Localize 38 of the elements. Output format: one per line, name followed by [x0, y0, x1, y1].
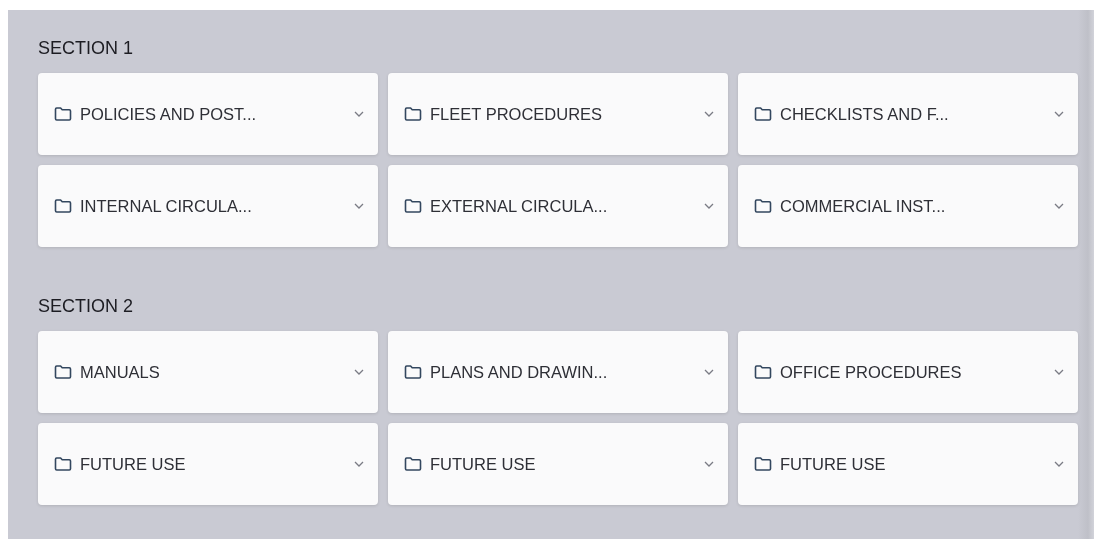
folder-dropdown[interactable]: INTERNAL CIRCULA... — [38, 165, 378, 247]
folder-icon — [404, 457, 422, 471]
folder-dropdown[interactable]: FUTURE USE — [38, 423, 378, 505]
folder-dropdown[interactable]: OFFICE PROCEDURES — [738, 331, 1078, 413]
folder-icon — [404, 365, 422, 379]
chevron-down-icon — [354, 111, 364, 117]
folder-dropdown[interactable]: POLICIES AND POST... — [38, 73, 378, 155]
folder-icon — [54, 457, 72, 471]
folder-dropdown[interactable]: FLEET PROCEDURES — [388, 73, 728, 155]
section-title: SECTION 1 — [38, 37, 135, 59]
chevron-down-icon — [704, 203, 714, 209]
folder-icon — [754, 457, 772, 471]
folder-icon — [754, 199, 772, 213]
chevron-down-icon — [354, 369, 364, 375]
chevron-down-icon — [704, 111, 714, 117]
folder-dropdown[interactable]: FUTURE USE — [388, 423, 728, 505]
folder-dropdown[interactable]: CHECKLISTS AND F... — [738, 73, 1078, 155]
folder-icon — [54, 365, 72, 379]
folder-icon — [754, 107, 772, 121]
folder-icon — [404, 107, 422, 121]
chevron-down-icon — [1054, 203, 1064, 209]
chevron-down-icon — [1054, 461, 1064, 467]
chevron-down-icon — [704, 369, 714, 375]
folder-dropdown[interactable]: COMMERCIAL INST... — [738, 165, 1078, 247]
chevron-down-icon — [1054, 369, 1064, 375]
folder-icon — [54, 107, 72, 121]
chevron-down-icon — [1054, 111, 1064, 117]
folder-icon — [54, 199, 72, 213]
folder-dropdown[interactable]: PLANS AND DRAWIN... — [388, 331, 728, 413]
folder-dropdown[interactable]: FUTURE USE — [738, 423, 1078, 505]
section-title: SECTION 2 — [38, 295, 135, 317]
folder-dropdown[interactable]: MANUALS — [38, 331, 378, 413]
folder-icon — [754, 365, 772, 379]
chevron-down-icon — [354, 461, 364, 467]
folder-icon — [404, 199, 422, 213]
chevron-down-icon — [354, 203, 364, 209]
folder-dropdown[interactable]: EXTERNAL CIRCULA... — [388, 165, 728, 247]
chevron-down-icon — [704, 461, 714, 467]
